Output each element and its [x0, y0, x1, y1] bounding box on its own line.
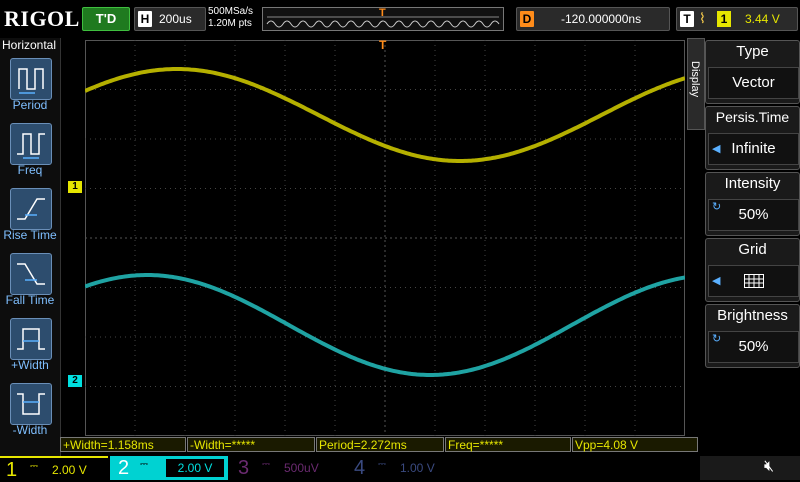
memory-overview-bar[interactable]: T [262, 7, 504, 31]
top-status-bar: RIGOL T'D H 200us 500MSa/s 1.20M pts T D… [0, 0, 800, 38]
dc-coupling-icon: ⎓ [140, 459, 148, 470]
brand-logo: RIGOL [4, 6, 80, 31]
dc-coupling-icon: ⎓ [378, 459, 386, 470]
positive-width-icon [17, 328, 45, 350]
channel-4-tab[interactable]: 4 ⎓ 1.00 V [350, 456, 462, 480]
display-menu-tab[interactable]: Display [687, 38, 705, 130]
channel-3-tab[interactable]: 3 ⎓ 500uV [232, 456, 344, 480]
timebase-value: 200us [159, 12, 192, 26]
channel-2-scale: 2.00 V [166, 459, 224, 477]
brightness-title: Brightness [717, 307, 788, 324]
measurement-negative-width[interactable]: -Width=***** [187, 437, 315, 452]
waveform-display[interactable] [84, 40, 686, 436]
frequency-icon [17, 133, 45, 159]
channel-4-number: 4 [354, 457, 366, 479]
measurement-freq[interactable]: Freq=***** [445, 437, 571, 452]
rotary-knob-icon: ↻ [712, 333, 722, 345]
horizontal-measure-menu: Horizontal Period Freq Rise Time Fall Ti… [0, 38, 61, 456]
left-arrow-icon: ◀ [712, 143, 721, 155]
intensity-value-box: ↻ 50% [708, 199, 799, 231]
speaker-muted-icon: 🔇︎ [764, 458, 775, 475]
channel-2-tab[interactable]: 2 ⎓ 2.00 V [110, 456, 228, 480]
menu-title: Horizontal [2, 38, 57, 52]
rising-edge-icon: ⌇ [699, 10, 706, 26]
trigger-position-marker: T [379, 7, 386, 19]
channel-1-scale: 2.00 V [52, 463, 87, 477]
measurement-period[interactable]: Period=2.272ms [316, 437, 444, 452]
persistence-title: Persis.Time [715, 109, 790, 125]
period-button[interactable] [10, 58, 52, 100]
fall-time-button[interactable] [10, 253, 52, 295]
delay-display[interactable]: D -120.000000ns [516, 7, 670, 31]
trigger-status-badge: T'D [82, 7, 130, 31]
left-arrow-icon: ◀ [712, 275, 721, 287]
freq-button[interactable] [10, 123, 52, 165]
type-title: Type [736, 43, 769, 60]
persistence-value: Infinite [731, 140, 776, 157]
positive-width-label: +Width [11, 358, 49, 372]
ch2-ground-marker[interactable]: 2 [68, 375, 82, 387]
dc-coupling-icon: ⎓ [262, 459, 270, 470]
channel-bar: 1 ⎓ 2.00 V 2 ⎓ 2.00 V 3 ⎓ 500uV 4 ⎓ 1.00… [0, 456, 800, 482]
trigger-key: T [680, 11, 694, 27]
channel-3-number: 3 [238, 457, 250, 479]
negative-width-button[interactable] [10, 383, 52, 425]
grid-softkey[interactable]: Grid ◀ [705, 238, 800, 302]
brightness-softkey[interactable]: Brightness ↻ 50% [705, 304, 800, 368]
dc-coupling-icon: ⎓ [30, 461, 38, 472]
persistence-softkey[interactable]: Persis.Time ◀ Infinite [705, 106, 800, 170]
channel-2-number: 2 [118, 457, 130, 479]
waveform-grid [84, 40, 686, 436]
rise-time-button[interactable] [10, 188, 52, 230]
intensity-title: Intensity [724, 175, 781, 192]
timebase-key: H [138, 11, 152, 27]
channel-1-tab[interactable]: 1 ⎓ 2.00 V [0, 456, 108, 482]
fall-time-label: Fall Time [5, 293, 55, 307]
grid-title: Grid [738, 241, 767, 258]
sound-area[interactable]: 🔇︎ [700, 456, 800, 480]
persistence-value-box: ◀ Infinite [708, 133, 799, 165]
intensity-softkey[interactable]: Intensity ↻ 50% [705, 172, 800, 236]
ch1-ground-marker[interactable]: 1 [68, 181, 82, 193]
brightness-value: 50% [738, 338, 769, 355]
positive-width-button[interactable] [10, 318, 52, 360]
brightness-value-box: ↻ 50% [708, 331, 799, 363]
trigger-display[interactable]: T ⌇ 1 3.44 V [676, 7, 798, 31]
delay-value: -120.000000ns [561, 12, 642, 26]
trigger-time-marker[interactable]: T [379, 38, 386, 52]
period-label: Period [12, 98, 48, 112]
channel-1-number: 1 [6, 459, 18, 481]
negative-width-label: -Width [12, 423, 48, 437]
trigger-level: 3.44 V [745, 12, 780, 26]
period-icon [18, 68, 44, 94]
grid-icon [743, 274, 764, 289]
type-value: Vector [708, 67, 799, 99]
timebase-display[interactable]: H 200us [134, 7, 206, 31]
rise-time-label: Rise Time [3, 228, 57, 242]
grid-value-box: ◀ [708, 265, 799, 297]
delay-key: D [520, 11, 534, 27]
type-softkey[interactable]: Type Vector [705, 40, 800, 104]
display-tab-label: Display [689, 61, 701, 98]
negative-width-icon [17, 393, 45, 415]
measurement-positive-width[interactable]: +Width=1.158ms [60, 437, 186, 452]
freq-label: Freq [17, 163, 43, 177]
fall-time-icon [17, 263, 45, 285]
channel-4-scale: 1.00 V [400, 461, 435, 475]
channel-3-scale: 500uV [284, 461, 319, 475]
measurement-bar: +Width=1.158ms -Width=***** Period=2.272… [60, 436, 700, 454]
display-menu: Display Type Vector Persis.Time ◀ Infini… [687, 38, 800, 456]
intensity-value: 50% [738, 206, 769, 223]
trigger-source: 1 [717, 11, 731, 27]
memory-depth: 1.20M pts [208, 18, 252, 29]
measurement-vpp[interactable]: Vpp=4.08 V [572, 437, 698, 452]
rotary-knob-icon: ↻ [712, 201, 722, 213]
sample-rate: 500MSa/s [208, 6, 254, 17]
rise-time-icon [17, 198, 45, 220]
